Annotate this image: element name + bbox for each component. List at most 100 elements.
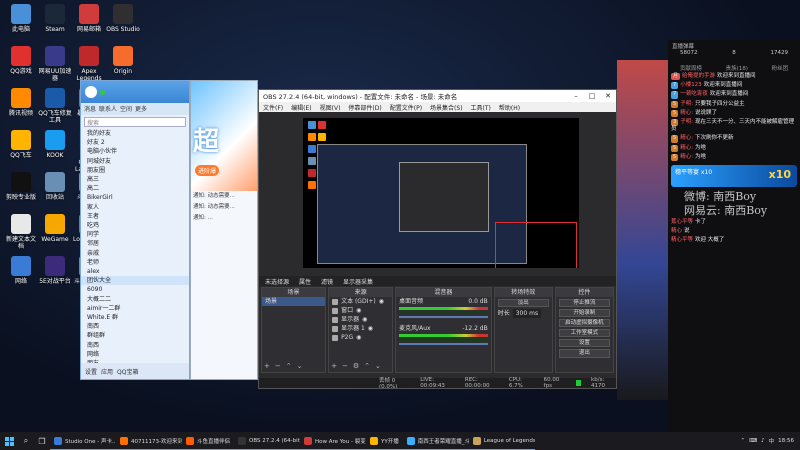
qq-footer-item[interactable]: 设置: [85, 367, 97, 376]
clock[interactable]: 18:56: [778, 438, 794, 444]
source-toolbar-item[interactable]: 属性: [299, 277, 311, 286]
minimize-icon[interactable]: –: [568, 92, 584, 100]
desktop-icon[interactable]: OBS Studio: [106, 4, 140, 33]
avatar[interactable]: [85, 86, 97, 98]
menu-item[interactable]: 视图(V): [320, 103, 341, 112]
taskbar-app-button[interactable]: How Are You - 裂变...: [300, 432, 367, 450]
chat-username[interactable]: 精心:: [680, 110, 693, 116]
chat-username[interactable]: 给俺提的手游: [682, 73, 715, 79]
desktop-icon[interactable]: 剪映专业版: [4, 172, 38, 201]
down-icon[interactable]: ⌄: [297, 362, 303, 370]
source-item[interactable]: 显示器 ◉: [329, 315, 392, 324]
qq-tab[interactable]: 空间: [120, 104, 132, 114]
qq-footer-item[interactable]: QQ宝箱: [117, 367, 138, 376]
down-icon[interactable]: ⌄: [375, 362, 381, 370]
chat-username[interactable]: 小楼123: [680, 82, 702, 88]
desktop-icon[interactable]: 5E对战平台: [38, 256, 72, 285]
menu-item[interactable]: 场景集合(S): [430, 103, 463, 112]
menu-item[interactable]: 编辑(E): [291, 103, 311, 112]
list-item[interactable]: White.E 群: [81, 313, 189, 322]
list-item[interactable]: 邻居: [81, 239, 189, 248]
eye-icon[interactable]: ◉: [368, 324, 373, 333]
eye-icon[interactable]: ◉: [379, 297, 384, 306]
qq-tab[interactable]: 消息: [84, 104, 96, 114]
chevron-up-icon[interactable]: ⌃: [741, 438, 746, 444]
source-toolbar-item[interactable]: 显示器采集: [343, 277, 373, 286]
start-button[interactable]: [0, 432, 18, 450]
source-item[interactable]: 窗口 ◉: [329, 306, 392, 315]
source-item[interactable]: 显示器 1 ◉: [329, 324, 392, 333]
duration-value[interactable]: 300 ms: [512, 308, 542, 318]
desktop-icon[interactable]: 腾讯视频: [4, 88, 38, 117]
taskbar-app-button[interactable]: 40711173-欢迎来到...: [116, 432, 182, 450]
gear-icon[interactable]: ⚙: [353, 362, 359, 370]
volume-slider[interactable]: [399, 316, 488, 318]
list-item[interactable]: 6090: [81, 285, 189, 294]
transition-select[interactable]: 淡出: [497, 298, 549, 308]
qq-footer-item[interactable]: 应用: [101, 367, 113, 376]
chat-username[interactable]: 子明:: [680, 119, 693, 125]
chat-window[interactable]: 超 进阶爆 通知: 动态需要... 通知: 动态需要... 通知: ...: [190, 80, 258, 380]
qq-tab[interactable]: 联系人: [99, 104, 117, 114]
chat-username[interactable]: 一顿吃宵夜: [680, 91, 708, 97]
control-button[interactable]: 工作室模式: [558, 328, 610, 338]
obs-preview[interactable]: [303, 118, 579, 268]
control-button[interactable]: 停止推流: [558, 298, 610, 308]
taskbar-app-button[interactable]: League of Legends: [468, 432, 535, 450]
list-item[interactable]: BikerGirl: [81, 193, 189, 202]
list-item[interactable]: 电脑小伙伴: [81, 147, 189, 156]
list-item[interactable]: 同城好友: [81, 157, 189, 166]
desktop-icon[interactable]: Steam: [38, 4, 72, 33]
chat-username[interactable]: 精心:: [680, 154, 693, 160]
list-item[interactable]: 团伙大全: [81, 276, 189, 286]
desktop-icon[interactable]: QQ飞车修复工具: [38, 88, 72, 124]
promo-banner[interactable]: 超 进阶爆: [191, 81, 257, 191]
list-item[interactable]: 网络: [81, 350, 189, 359]
desktop-icon[interactable]: 回收站: [38, 172, 72, 201]
desktop-icon[interactable]: 此电脑: [4, 4, 38, 33]
list-item[interactable]: 吃鸡: [81, 221, 189, 230]
desktop-icon[interactable]: KOOK: [38, 130, 72, 159]
selected-source-bounds[interactable]: [495, 222, 577, 268]
list-item[interactable]: 高二: [81, 184, 189, 193]
task-view-icon[interactable]: ❐: [34, 437, 50, 446]
add-icon[interactable]: +: [264, 362, 270, 370]
list-item[interactable]: alex: [81, 267, 189, 276]
desktop-icon[interactable]: Origin: [106, 46, 140, 75]
input-language[interactable]: 中: [769, 437, 775, 445]
desktop-icon[interactable]: QQ飞车: [4, 130, 38, 159]
list-item[interactable]: 我的好友: [81, 129, 189, 138]
list-item[interactable]: 家人: [81, 203, 189, 212]
eye-icon[interactable]: ◉: [362, 315, 367, 324]
list-item[interactable]: 朋友圈: [81, 166, 189, 175]
desktop-icon[interactable]: Apex Legends: [72, 46, 106, 82]
source-toolbar-item[interactable]: 未选择源: [265, 277, 289, 286]
chat-username[interactable]: 精心:: [680, 145, 693, 151]
desktop-icon[interactable]: QQ游戏: [4, 46, 38, 75]
taskbar-app-button[interactable]: YY开播: [366, 432, 403, 450]
chat-username[interactable]: 子明:: [680, 101, 693, 107]
control-button[interactable]: 开始录制: [558, 308, 610, 318]
chat-tab[interactable]: 贵族(18): [726, 64, 748, 72]
list-item[interactable]: 群组群: [81, 331, 189, 340]
volume-icon[interactable]: ♪: [761, 438, 765, 444]
search-input[interactable]: 搜索: [84, 117, 186, 127]
list-item[interactable]: 亲戚: [81, 249, 189, 258]
remove-icon[interactable]: −: [275, 362, 281, 370]
taskbar-app-button[interactable]: 南西王者荣耀直播_斗门...: [402, 432, 469, 450]
chat-username[interactable]: 蕉心平等: [671, 219, 693, 225]
taskbar-app-button[interactable]: Studio One - 声卡...: [50, 432, 116, 450]
list-item[interactable]: 大概二二: [81, 295, 189, 304]
volume-slider[interactable]: [399, 343, 488, 345]
menu-item[interactable]: 帮助(H): [499, 103, 520, 112]
desktop-icon[interactable]: 新建文本文档: [4, 214, 38, 250]
desktop-icon[interactable]: 网易UU加速器: [38, 46, 72, 82]
list-item[interactable]: 老师: [81, 258, 189, 267]
list-item[interactable]: 南西: [81, 341, 189, 350]
qq-tab[interactable]: 更多: [135, 104, 147, 114]
control-button[interactable]: 启动虚拟摄像机: [558, 318, 610, 328]
list-item[interactable]: aimir一二群: [81, 304, 189, 313]
up-icon[interactable]: ⌃: [286, 362, 292, 370]
eye-icon[interactable]: ◉: [356, 333, 361, 342]
menu-item[interactable]: 文件(F): [263, 103, 283, 112]
